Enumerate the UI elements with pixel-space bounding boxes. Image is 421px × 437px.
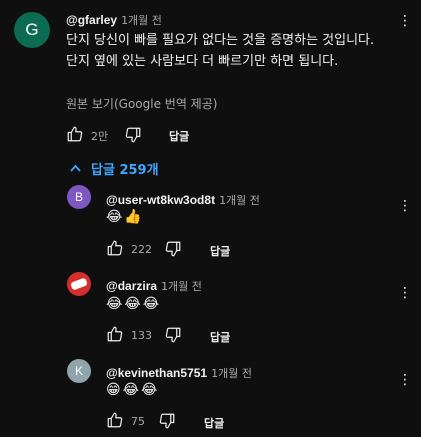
author-handle[interactable]: @kevinethan5751 <box>106 366 207 380</box>
translate-link[interactable]: 원본 보기(Google 번역 제공) <box>66 95 217 112</box>
avatar[interactable]: K <box>67 359 91 383</box>
like-count: 133 <box>131 329 152 342</box>
like-icon[interactable] <box>106 411 124 429</box>
avatar[interactable]: G <box>14 12 50 48</box>
like-icon[interactable] <box>66 125 84 143</box>
author-handle[interactable]: @user-wt8kw3od8t <box>106 193 215 207</box>
avatar-letter: G <box>25 20 39 39</box>
reply-header: @user-wt8kw3od8t 1개월 전 <box>106 189 260 208</box>
replies-toggle[interactable]: 답글 259개 <box>70 159 159 178</box>
dislike-icon[interactable] <box>158 412 176 430</box>
reply-button[interactable]: 답글 <box>210 329 230 345</box>
reply-button[interactable]: 답글 <box>204 415 224 431</box>
comment-time[interactable]: 1개월 전 <box>121 14 162 27</box>
reply-time[interactable]: 1개월 전 <box>161 280 202 293</box>
like-icon[interactable] <box>106 239 124 257</box>
reply-button[interactable]: 답글 <box>210 243 230 259</box>
avatar[interactable] <box>67 272 91 296</box>
reply-text: 😂👍 <box>106 209 144 225</box>
like-count: 75 <box>131 415 145 428</box>
dislike-icon[interactable] <box>164 326 182 344</box>
reply-header: @darzira 1개월 전 <box>106 275 202 294</box>
author-handle[interactable]: @gfarley <box>66 13 117 27</box>
like-icon[interactable] <box>106 325 124 343</box>
avatar[interactable]: B <box>67 185 91 209</box>
like-count: 2만 <box>91 130 109 143</box>
reply-button[interactable]: 답글 <box>169 128 189 144</box>
avatar-image-icon <box>70 277 88 291</box>
avatar-letter: K <box>74 364 83 378</box>
reply-header: @kevinethan5751 1개월 전 <box>106 362 252 381</box>
more-options-icon[interactable]: ⋮ <box>398 286 412 300</box>
reply-text: 😁😂😂 <box>106 382 160 398</box>
dislike-icon[interactable] <box>124 126 142 144</box>
comment-text: 단지 당신이 빠를 필요가 없다는 것을 증명하는 것입니다. 단지 옆에 있는… <box>66 33 375 69</box>
more-options-icon[interactable]: ⋮ <box>398 14 412 28</box>
reply-time[interactable]: 1개월 전 <box>219 194 260 207</box>
dislike-icon[interactable] <box>164 240 182 258</box>
comment-header: @gfarley 1개월 전 <box>66 9 162 28</box>
chevron-up-icon <box>70 161 81 176</box>
reply-time[interactable]: 1개월 전 <box>211 367 252 380</box>
like-count: 222 <box>131 243 152 256</box>
reply-text: 😂😂😂 <box>106 296 162 312</box>
more-options-icon[interactable]: ⋮ <box>398 199 412 213</box>
replies-count-label: 답글 259개 <box>91 163 159 178</box>
author-handle[interactable]: @darzira <box>106 279 157 293</box>
avatar-letter: B <box>74 190 83 204</box>
more-options-icon[interactable]: ⋮ <box>398 373 412 387</box>
